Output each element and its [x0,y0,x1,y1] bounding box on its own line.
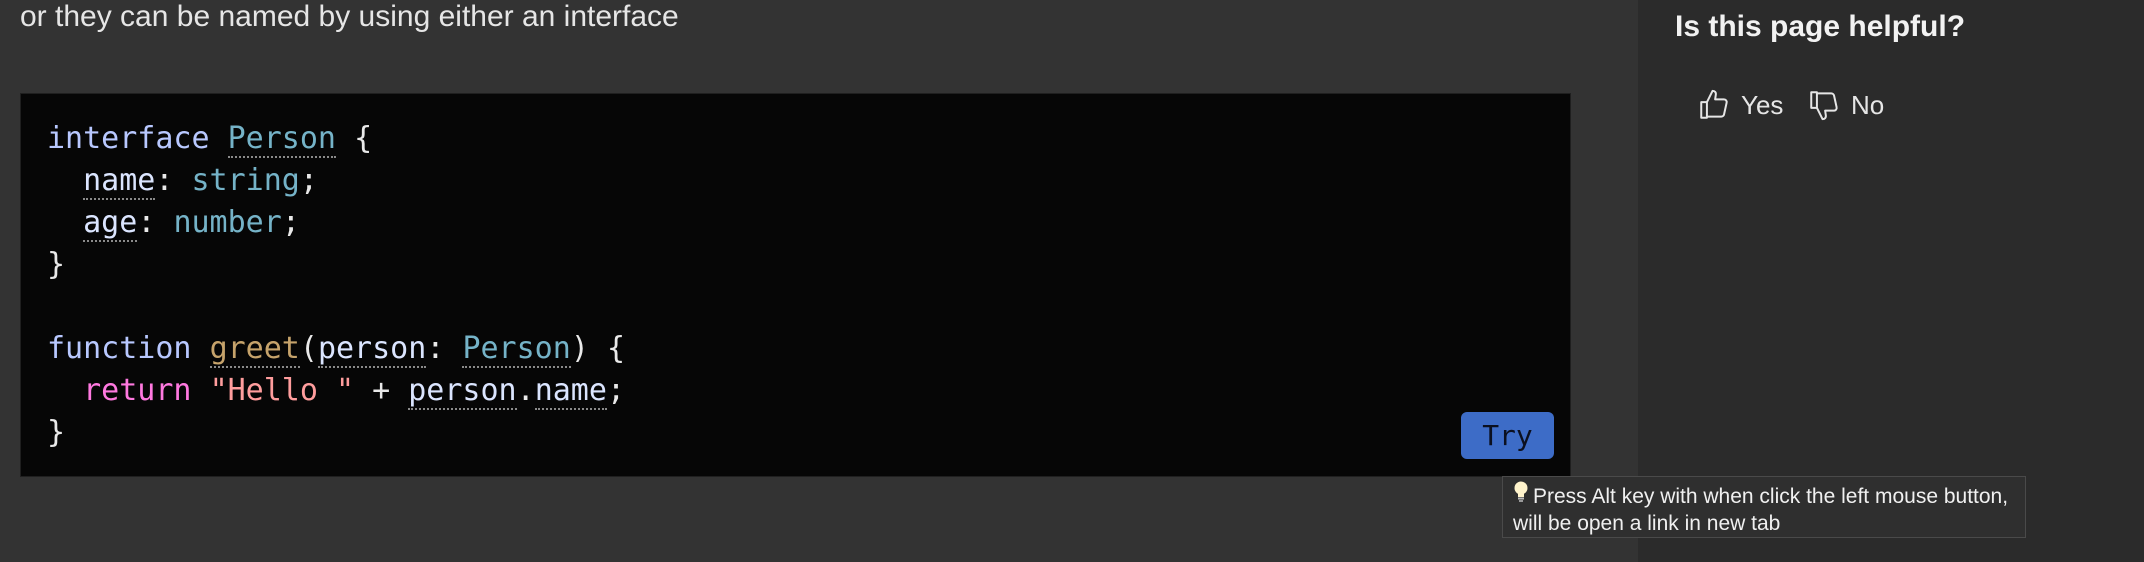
thumbs-down-icon [1810,91,1838,121]
code-text: interface Person { name: string; age: nu… [47,118,625,454]
tooltip-text: Press Alt key with when click the left m… [1513,485,2009,535]
yes-label: Yes [1741,89,1784,120]
type-keyword: number [173,205,282,240]
code-line: function greet(person: Person) { [47,331,625,368]
code-line: name: string; [83,163,318,200]
code-line: interface Person { [47,118,625,160]
object-link[interactable]: person [408,373,517,410]
feedback-no-button[interactable]: No [1807,84,1884,126]
brace: { [354,121,373,156]
string-literal: "Hello " [209,373,355,408]
brace: } [47,247,66,282]
keyword: return [83,373,192,408]
code-block: interface Person { name: string; age: nu… [20,93,1571,477]
keyword: function [47,331,192,366]
brace: { [606,331,625,366]
intro-text: or they can be named by using either an … [20,0,679,33]
thumbs-up-icon [1700,89,1728,119]
property-link[interactable]: name [534,373,607,410]
param-link[interactable]: person [317,331,427,368]
keyword: interface [47,121,210,156]
type-keyword: string [191,163,300,198]
no-label: No [1851,89,1885,120]
code-line: } [47,244,625,286]
property-link[interactable]: name [83,163,156,200]
code-line: return "Hello " + person.name; [83,373,625,410]
property-link[interactable]: age [83,205,138,242]
brace: } [47,415,66,450]
feedback-title: Is this page helpful? [1675,10,1966,43]
main-content: or they can be named by using either an … [0,0,1638,562]
feedback-yes-button[interactable]: Yes [1697,84,1783,126]
code-line: age: number; [83,205,300,242]
code-line: } [47,412,625,454]
function-link[interactable]: greet [209,331,300,368]
tooltip: Press Alt key with when click the left m… [1502,476,2026,538]
type-link[interactable]: Person [462,331,571,368]
operator: + [372,373,391,408]
type-link[interactable]: Person [227,121,336,158]
try-button[interactable]: Try [1461,412,1554,459]
lightbulb-icon [1513,481,1529,510]
